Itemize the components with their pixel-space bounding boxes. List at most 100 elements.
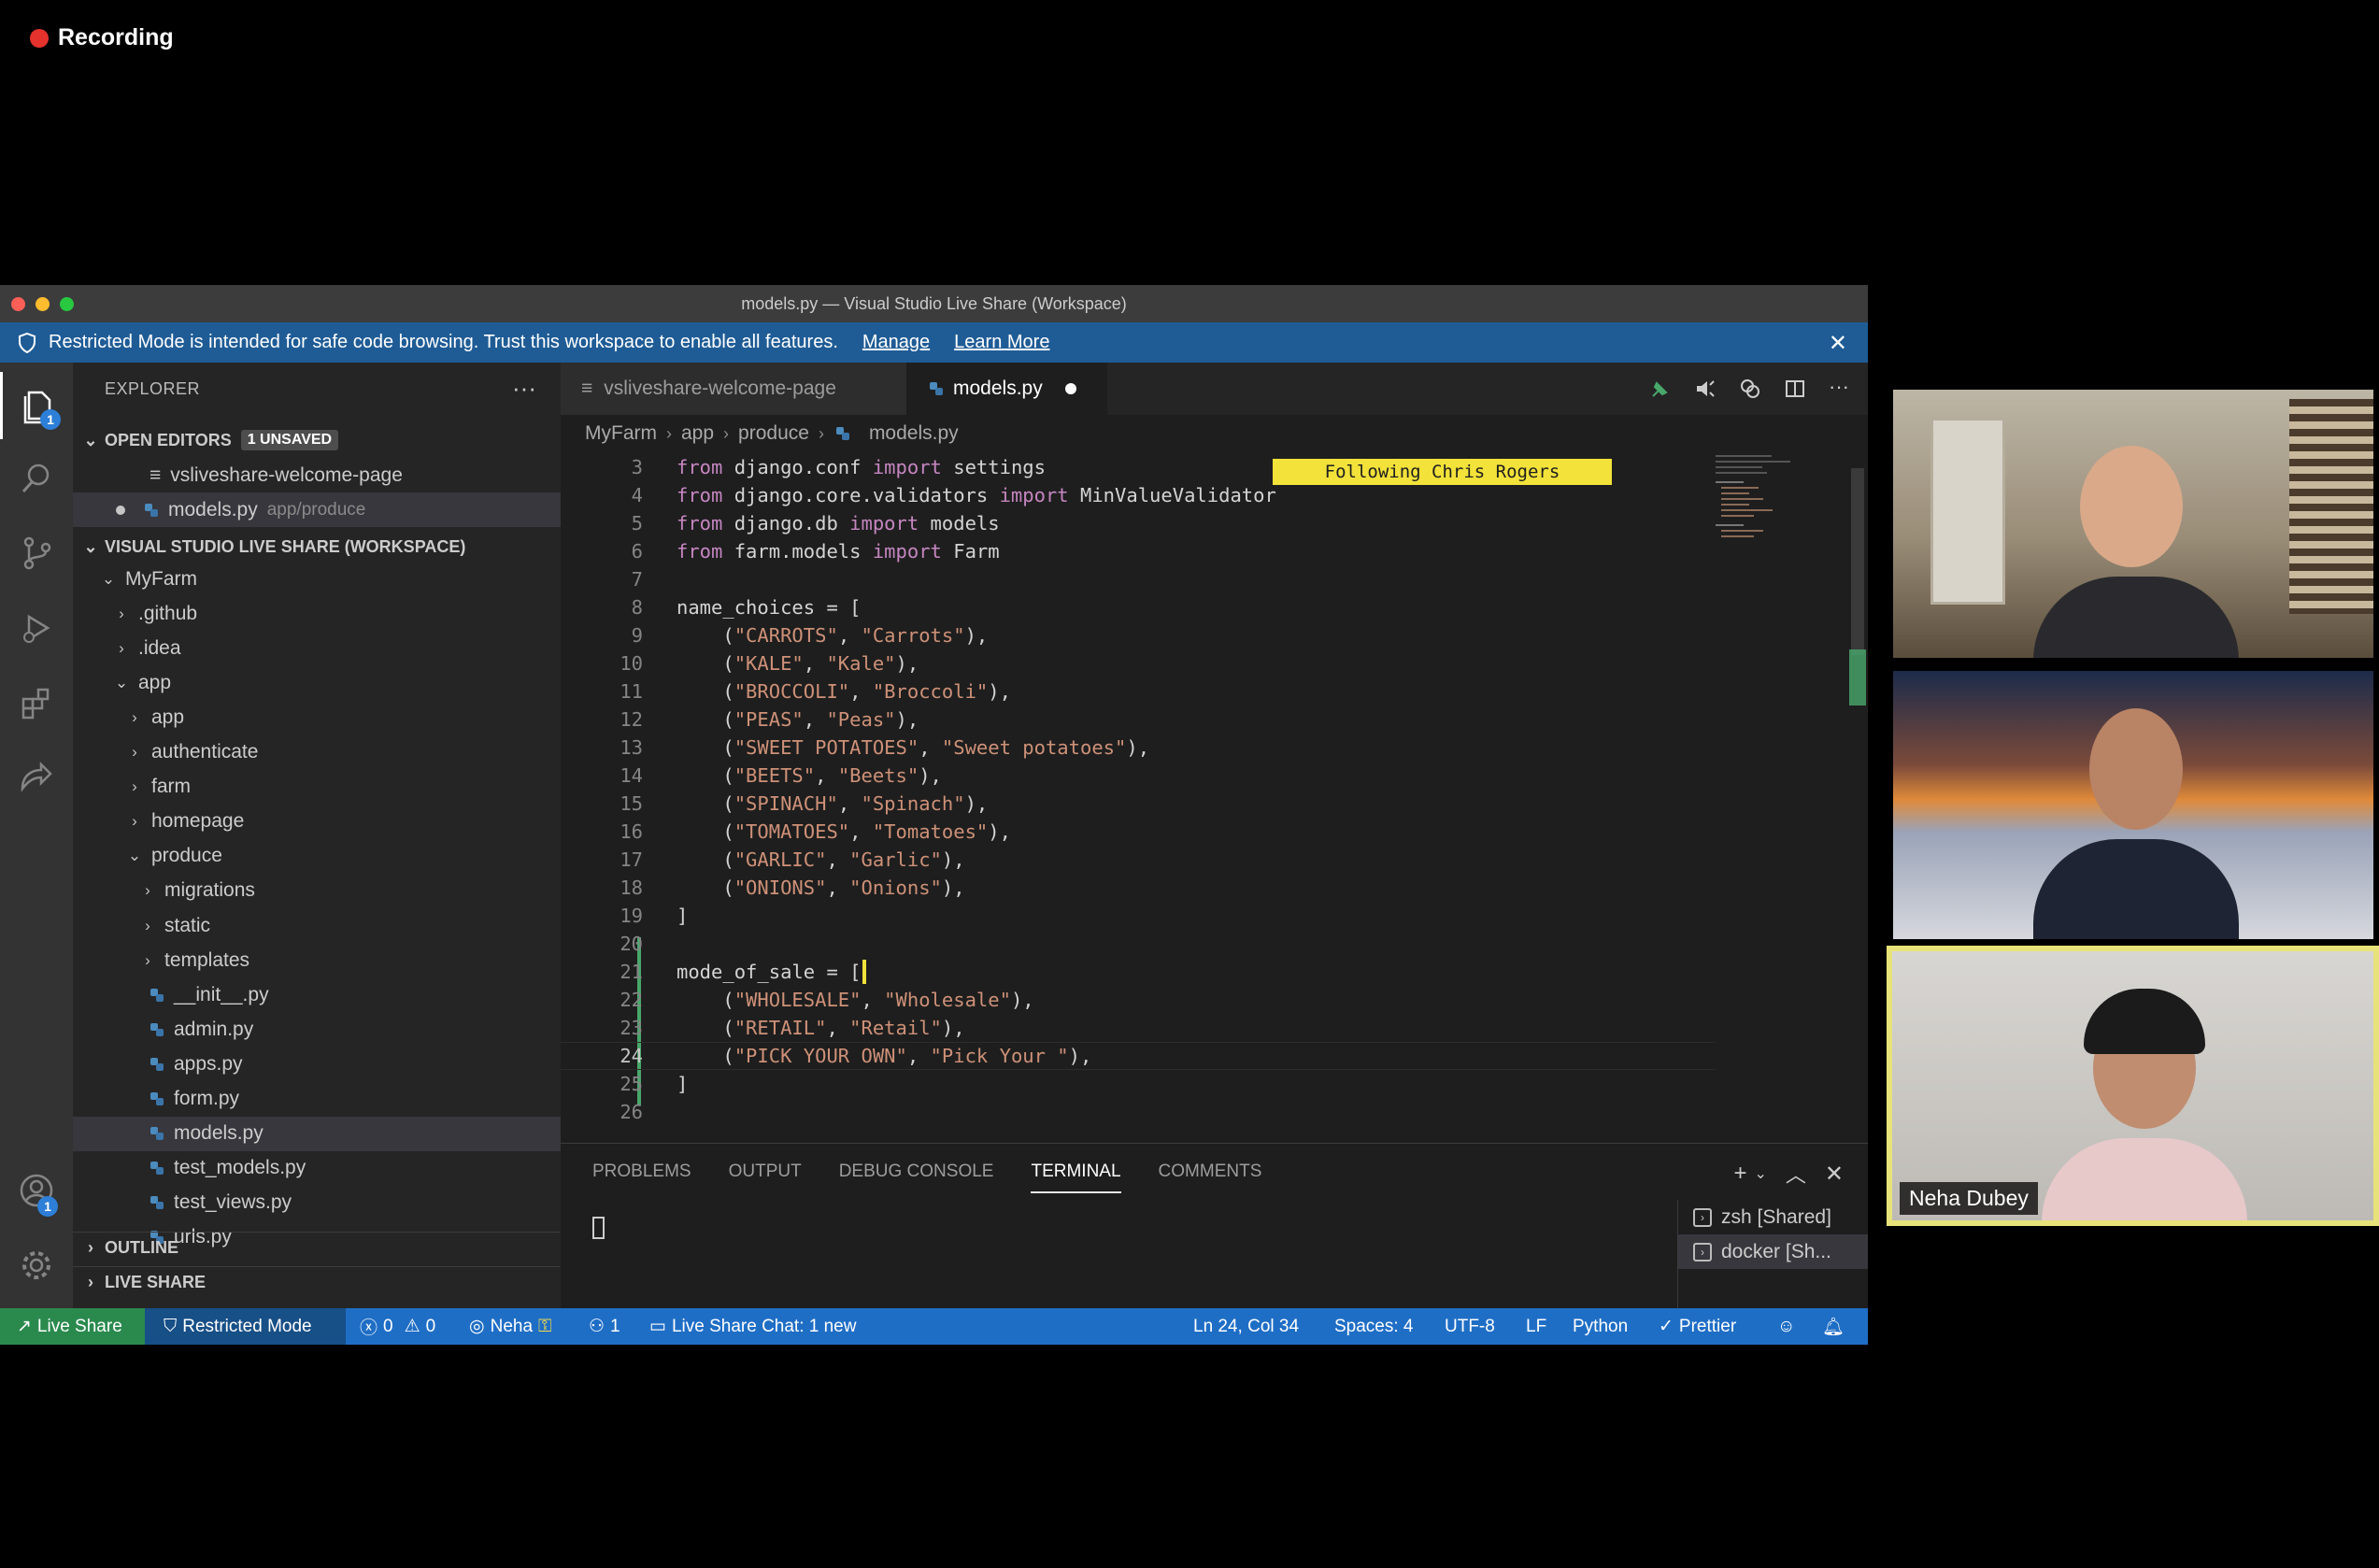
code-line: 20 xyxy=(620,933,643,955)
breadcrumb: MyFarm › app › produce › models.py xyxy=(585,422,959,445)
breadcrumb-item[interactable]: app xyxy=(681,422,714,445)
live-share-icon[interactable] xyxy=(0,744,73,811)
more-actions-icon[interactable]: ··· xyxy=(512,374,536,403)
open-editor-item[interactable]: models.py app/produce xyxy=(73,492,561,527)
code-editor[interactable]: 3 from django.conf import settings 4 from … xyxy=(561,453,1716,1143)
outline-header[interactable]: › OUTLINE xyxy=(73,1232,561,1263)
feedback-icon[interactable]: ☺ xyxy=(1777,1308,1795,1345)
chat-status[interactable]: ▭ Live Share Chat: 1 new xyxy=(649,1308,856,1345)
language-mode[interactable]: Python xyxy=(1573,1308,1628,1345)
live-share-status[interactable]: ↗ Live Share xyxy=(0,1308,145,1345)
user-status[interactable]: ◎ Neha ⚿ xyxy=(469,1308,551,1345)
file-item[interactable]: test_views.py xyxy=(73,1186,561,1220)
breadcrumb-item[interactable]: models.py xyxy=(869,422,959,445)
line-ending[interactable]: LF xyxy=(1526,1308,1546,1345)
python-file-icon xyxy=(148,1159,166,1177)
unsaved-dot-icon[interactable] xyxy=(1064,383,1076,394)
tab-models-py[interactable]: models.py xyxy=(906,363,1107,415)
more-actions-icon[interactable]: ··· xyxy=(1829,377,1849,400)
restricted-mode-banner: Restricted Mode is intended for safe cod… xyxy=(0,322,1868,363)
accounts-icon[interactable]: 1 xyxy=(0,1157,73,1224)
participants-status[interactable]: ⚇ 1 xyxy=(589,1308,620,1345)
folder-item[interactable]: › .github xyxy=(73,596,561,631)
pin-icon[interactable] xyxy=(1649,378,1672,400)
encoding[interactable]: UTF-8 xyxy=(1445,1308,1495,1345)
tab-problems[interactable]: PROBLEMS xyxy=(592,1162,691,1182)
breadcrumb-item[interactable]: MyFarm xyxy=(585,422,657,445)
compare-icon[interactable] xyxy=(1739,378,1761,400)
chevron-down-icon[interactable]: ⌄ xyxy=(1754,1164,1766,1183)
folder-item[interactable]: › homepage xyxy=(73,805,561,839)
scroll-thumb[interactable] xyxy=(1851,468,1864,655)
terminal-cursor[interactable] xyxy=(592,1217,605,1239)
problems-status[interactable]: ⓧ 0 ⚠ 0 xyxy=(360,1308,435,1345)
file-item[interactable]: __init__.py xyxy=(73,977,561,1012)
video-tile-participant-3[interactable]: Neha Dubey xyxy=(1887,946,2379,1226)
explorer-icon[interactable]: 1 xyxy=(0,372,73,439)
file-item[interactable]: admin.py xyxy=(73,1012,561,1047)
close-icon[interactable]: ✕ xyxy=(1825,1161,1844,1188)
folder-item[interactable]: › migrations xyxy=(73,874,561,908)
folder-item[interactable]: ⌄ MyFarm xyxy=(73,562,561,596)
tree-item-label: homepage xyxy=(151,810,245,833)
open-editor-item[interactable]: ≡ vsliveshare-welcome-page xyxy=(73,458,561,492)
audio-icon[interactable] xyxy=(1694,378,1717,400)
person-head xyxy=(2080,446,2183,567)
tab-terminal[interactable]: TERMINAL xyxy=(1031,1162,1121,1193)
prettier-status[interactable]: ✓ Prettier xyxy=(1659,1308,1736,1345)
tree-item-label: test_models.py xyxy=(174,1157,306,1179)
run-debug-icon[interactable] xyxy=(0,594,73,662)
folder-item[interactable]: › farm xyxy=(73,770,561,805)
folder-item[interactable]: › templates xyxy=(73,943,561,977)
maximize-panel-icon[interactable]: ︿ xyxy=(1786,1159,1806,1189)
restricted-mode-status[interactable]: ⛉ Restricted Mode xyxy=(145,1308,346,1345)
bell-icon[interactable]: 🔔︎ xyxy=(1822,1308,1845,1345)
chevron-down-icon: ⌄ xyxy=(114,673,129,691)
open-editors-label: OPEN EDITORS xyxy=(105,430,232,449)
editor-tabs: ≡ vsliveshare-welcome-page models.py ··· xyxy=(561,363,1868,415)
workspace-header[interactable]: ⌄ VISUAL STUDIO LIVE SHARE (WORKSPACE) xyxy=(73,531,561,563)
banner-text: Restricted Mode is intended for safe cod… xyxy=(49,332,838,352)
folder-item[interactable]: › app xyxy=(73,700,561,734)
tab-comments[interactable]: COMMENTS xyxy=(1159,1162,1262,1182)
close-window-button[interactable] xyxy=(11,297,25,311)
manage-link[interactable]: Manage xyxy=(862,332,930,353)
terminal-item[interactable]: › docker [Sh... xyxy=(1678,1234,1868,1269)
search-icon[interactable] xyxy=(0,445,73,512)
open-editors-header[interactable]: ⌄ OPEN EDITORS 1 UNSAVED xyxy=(73,424,561,456)
folder-item[interactable]: ⌄ app xyxy=(73,665,561,700)
file-item[interactable]: form.py xyxy=(73,1082,561,1117)
tree-item-label: __init__.py xyxy=(174,983,269,1005)
tab-welcome-page[interactable]: ≡ vsliveshare-welcome-page xyxy=(561,363,906,415)
zoom-window-button[interactable] xyxy=(60,297,74,311)
live-share-header[interactable]: › LIVE SHARE xyxy=(73,1266,561,1298)
minimap[interactable] xyxy=(1716,453,1846,1143)
breadcrumb-item[interactable]: produce xyxy=(738,422,809,445)
file-item[interactable]: models.py xyxy=(73,1116,561,1151)
live-share-icon: ↗ xyxy=(17,1317,32,1336)
chevron-right-icon: › xyxy=(666,423,672,443)
gear-icon[interactable] xyxy=(0,1232,73,1299)
video-tile-participant-2[interactable] xyxy=(1893,671,2373,939)
file-item[interactable]: apps.py xyxy=(73,1047,561,1081)
folder-item[interactable]: › authenticate xyxy=(73,735,561,770)
minimize-window-button[interactable] xyxy=(36,297,50,311)
indentation[interactable]: Spaces: 4 xyxy=(1334,1308,1414,1345)
tab-output[interactable]: OUTPUT xyxy=(729,1162,802,1182)
folder-item[interactable]: › .idea xyxy=(73,631,561,665)
learn-more-link[interactable]: Learn More xyxy=(954,332,1049,353)
folder-item[interactable]: ⌄ produce xyxy=(73,839,561,874)
video-tile-participant-1[interactable] xyxy=(1893,390,2373,658)
folder-item[interactable]: › static xyxy=(73,908,561,943)
plus-icon[interactable]: + xyxy=(1733,1161,1746,1187)
extensions-icon[interactable] xyxy=(0,669,73,736)
scrollbar[interactable] xyxy=(1847,453,1868,1143)
close-icon[interactable]: ✕ xyxy=(1829,330,1847,357)
cursor-position[interactable]: Ln 24, Col 34 xyxy=(1193,1308,1299,1345)
source-control-icon[interactable] xyxy=(0,520,73,587)
split-editor-icon[interactable] xyxy=(1784,378,1806,400)
file-item[interactable]: test_models.py xyxy=(73,1151,561,1186)
terminal-item[interactable]: › zsh [Shared] xyxy=(1678,1200,1868,1234)
tab-debug-console[interactable]: DEBUG CONSOLE xyxy=(839,1162,994,1182)
tree-item-label: models.py xyxy=(174,1122,264,1145)
